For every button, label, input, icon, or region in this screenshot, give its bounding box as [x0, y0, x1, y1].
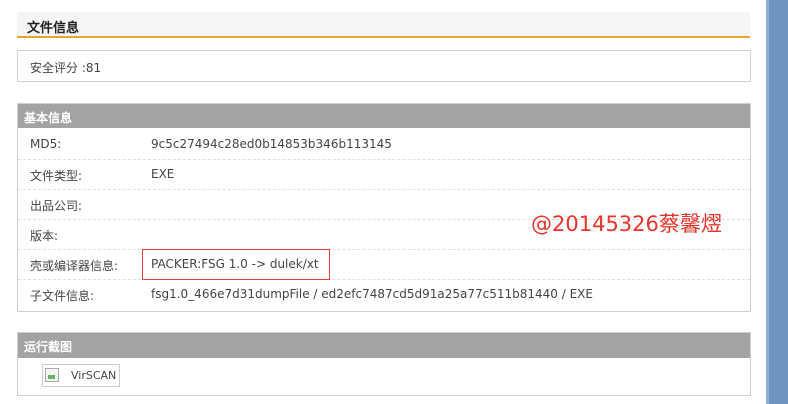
- info-row-packer: 壳或编译器信息: PACKER:FSG 1.0 -> dulek/xt: [18, 249, 750, 280]
- basic-info-header: 基本信息: [18, 104, 750, 128]
- info-row-subfile: 子文件信息: fsg1.0_466e7d31dumpFile / ed2efc7…: [18, 279, 750, 309]
- screenshot-alt-text: VirSCAN: [71, 369, 117, 382]
- author-watermark: @20145326蔡馨熤: [531, 212, 722, 236]
- row-label: MD5:: [30, 137, 62, 151]
- row-label: 出品公司:: [30, 199, 83, 213]
- screenshot-panel: 运行截图 VirSCAN: [17, 332, 751, 396]
- right-sidebar: [766, 0, 788, 404]
- row-value: 9c5c27494c28ed0b14853b346b113145: [151, 137, 392, 151]
- packer-highlight-box: [142, 249, 330, 280]
- row-value: EXE: [151, 167, 175, 181]
- row-label: 子文件信息:: [30, 289, 95, 303]
- security-score-box: 安全评分 :81: [17, 50, 751, 82]
- row-value: fsg1.0_466e7d31dumpFile / ed2efc7487cd5d…: [151, 287, 593, 301]
- file-info-header: 文件信息: [17, 12, 750, 38]
- screenshot-title: 运行截图: [24, 340, 73, 354]
- row-label: 版本:: [30, 229, 59, 243]
- row-label: 壳或编译器信息:: [30, 259, 119, 273]
- row-label: 文件类型:: [30, 169, 83, 183]
- basic-info-title: 基本信息: [24, 111, 73, 125]
- screenshot-header: 运行截图: [18, 333, 750, 358]
- broken-image-icon: [45, 368, 59, 382]
- security-score: 安全评分 :81: [30, 61, 102, 75]
- screenshot-image[interactable]: VirSCAN: [42, 364, 120, 387]
- info-row-file-type: 文件类型: EXE: [18, 159, 750, 190]
- info-row-md5: MD5: 9c5c27494c28ed0b14853b346b113145: [18, 129, 750, 160]
- file-info-title: 文件信息: [27, 21, 80, 36]
